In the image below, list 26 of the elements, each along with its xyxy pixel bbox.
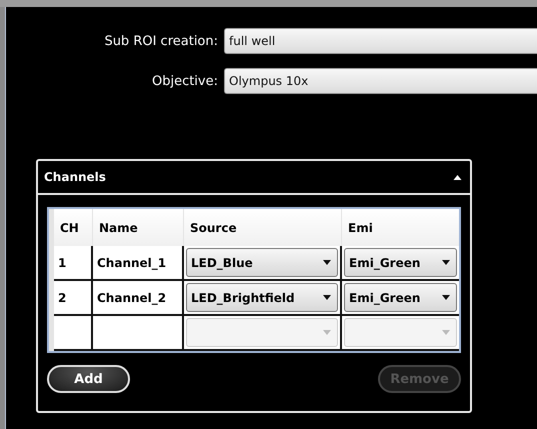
- caret-icon: [442, 260, 450, 265]
- panel-title: Channels: [44, 170, 106, 184]
- caret-icon: [442, 330, 450, 335]
- collapse-icon[interactable]: [453, 174, 462, 180]
- table-cell: 2: [54, 281, 93, 316]
- dropdown-field[interactable]: Olympus 10x: [224, 68, 537, 94]
- table-cell: [54, 316, 93, 351]
- dropdown[interactable]: Emi_Green: [344, 283, 457, 312]
- dropdown[interactable]: Emi_Green: [344, 248, 457, 277]
- add-button[interactable]: Add: [47, 365, 130, 393]
- dropdown-field[interactable]: full well: [224, 28, 537, 54]
- table-cell: Channel_1: [93, 246, 184, 281]
- column-header: CH: [54, 209, 93, 246]
- caret-icon: [442, 295, 450, 300]
- dropdown[interactable]: LED_Brightfield: [186, 283, 338, 312]
- caret-icon: [323, 295, 331, 300]
- table-cell: 1: [54, 246, 93, 281]
- dropdown[interactable]: LED_Blue: [186, 248, 338, 277]
- column-header: Emi: [347, 220, 374, 236]
- caret-icon: [323, 260, 331, 265]
- field-label: Objective:: [150, 74, 219, 88]
- field-label: Sub ROI creation:: [103, 34, 219, 48]
- column-header: Source: [184, 209, 342, 246]
- caret-icon: [323, 330, 331, 335]
- table-cell: Channel_2: [93, 281, 184, 316]
- column-header: Name: [93, 209, 184, 246]
